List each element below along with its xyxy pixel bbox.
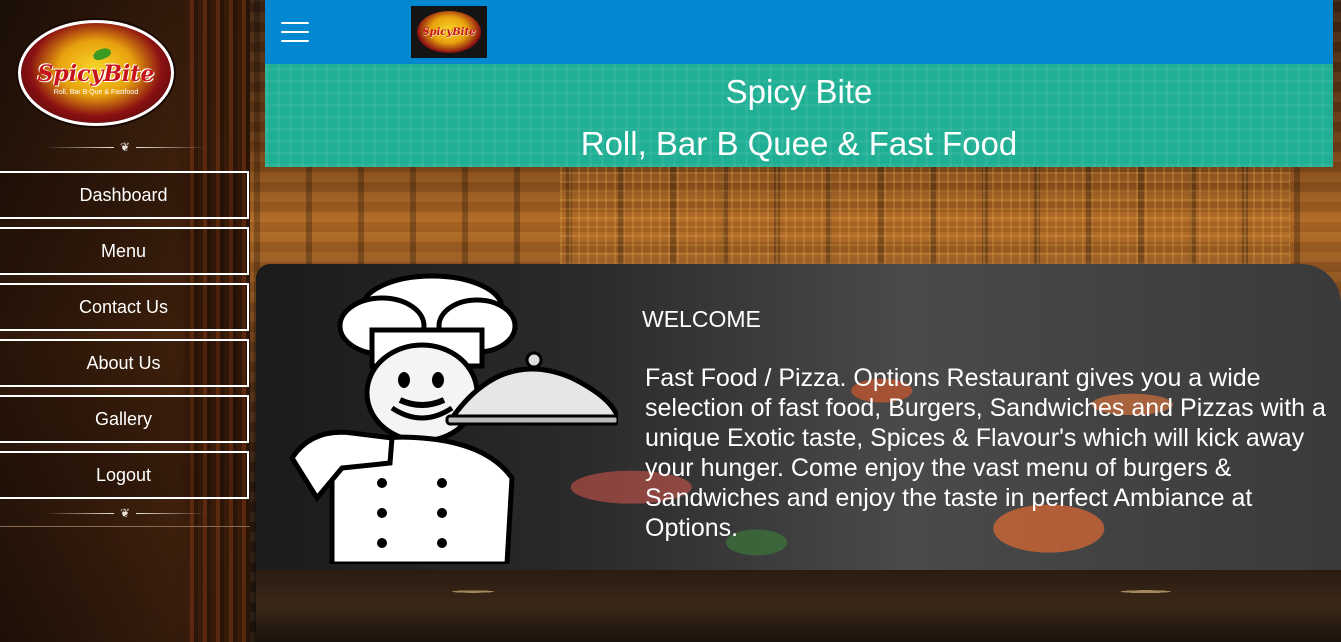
title-banner: Spicy Bite Roll, Bar B Quee & Fast Food <box>265 64 1333 167</box>
sidebar-item-label: About Us <box>86 352 161 373</box>
ornament-divider-icon: ❦ <box>0 506 250 520</box>
banner-title: Spicy Bite <box>725 73 873 110</box>
welcome-panel: WELCOME Fast Food / Pizza. Options Resta… <box>256 264 1341 570</box>
sidebar-item-dashboard[interactable]: Dashboard <box>0 171 249 219</box>
sidebar-item-label: Menu <box>100 240 147 261</box>
banner-subtitle: Roll, Bar B Quee & Fast Food <box>580 125 1018 162</box>
hamburger-icon[interactable] <box>281 22 309 42</box>
header-logo[interactable]: SpicyBite <box>411 6 487 58</box>
sidebar-item-label: Dashboard <box>79 184 168 205</box>
sidebar-item-label: Logout <box>95 464 152 485</box>
brand-logo[interactable]: SpicyBite Roll, Bar B Que & Fastfood <box>18 20 174 126</box>
logo-tagline: Roll, Bar B Que & Fastfood <box>53 88 139 96</box>
sidebar-item-contact-us[interactable]: Contact Us <box>0 283 249 331</box>
dining-room-background <box>256 570 1341 642</box>
sidebar-item-about-us[interactable]: About Us <box>0 339 249 387</box>
header-logo-word: SpicyBite <box>417 11 481 53</box>
logo-word: SpicyBite <box>37 60 155 87</box>
sidebar-item-label: Contact Us <box>78 296 169 317</box>
welcome-description: Fast Food / Pizza. Options Restaurant gi… <box>645 364 1326 542</box>
background-lattice <box>560 167 1290 264</box>
sidebar-item-gallery[interactable]: Gallery <box>0 395 249 443</box>
chef-illustration-icon <box>289 273 618 564</box>
top-app-bar: SpicyBite <box>265 0 1333 64</box>
sidebar-item-logout[interactable]: Logout <box>0 451 249 499</box>
sidebar-item-menu[interactable]: Menu <box>0 227 249 275</box>
chili-icon <box>91 46 113 62</box>
sidebar-divider <box>0 526 250 527</box>
sidebar-nav: Dashboard Menu Contact Us About Us Galle… <box>0 171 250 507</box>
ornament-divider-icon: ❦ <box>0 140 250 154</box>
welcome-heading: WELCOME <box>642 306 761 332</box>
sidebar: SpicyBite Roll, Bar B Que & Fastfood ❦ D… <box>0 0 250 642</box>
sidebar-item-label: Gallery <box>94 408 152 429</box>
